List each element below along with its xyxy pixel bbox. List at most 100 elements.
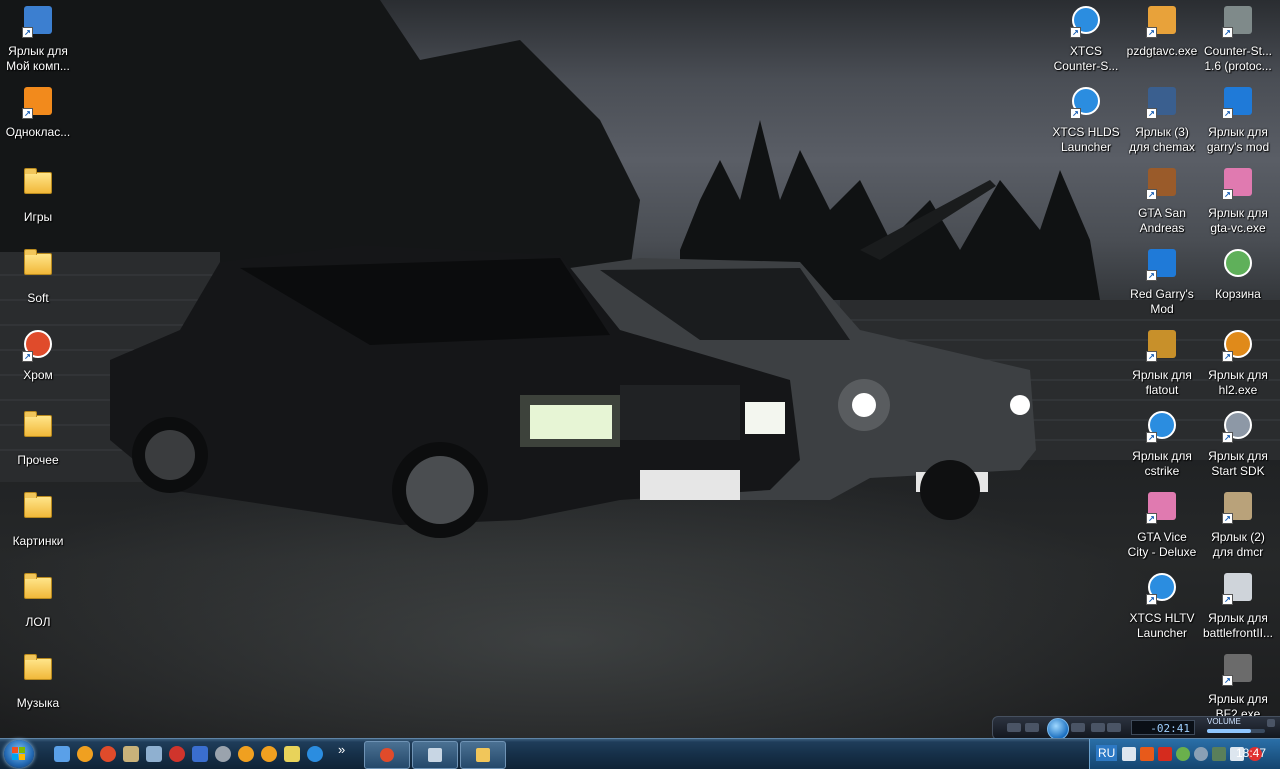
battlefield-icon: ↗ bbox=[1222, 654, 1254, 686]
shortcut-arrow-icon: ↗ bbox=[1070, 27, 1081, 38]
half-life-2-icon[interactable] bbox=[238, 746, 254, 762]
shortcut-arrow-icon: ↗ bbox=[1222, 432, 1233, 443]
language-indicator[interactable]: RU bbox=[1096, 745, 1118, 761]
system-tray: RU 18:47 bbox=[1089, 739, 1280, 769]
desktop-icon[interactable]: ↗ Хром bbox=[0, 328, 76, 408]
shortcut-arrow-icon: ↗ bbox=[1146, 594, 1157, 605]
desktop-icon-label: Музыка bbox=[16, 696, 60, 710]
previous-button[interactable] bbox=[1025, 723, 1039, 732]
desktop-icon-label: GTA San Andreas bbox=[1138, 206, 1186, 235]
steam-lambda-icon[interactable] bbox=[307, 746, 323, 762]
desktop-icon[interactable]: Музыка bbox=[0, 652, 76, 732]
desktop-icon[interactable]: ↗ Ярлык для garry's mod bbox=[1200, 85, 1276, 165]
restore-player-button[interactable] bbox=[1267, 719, 1275, 727]
show-hidden-icon[interactable] bbox=[1122, 747, 1136, 761]
shortcut-arrow-icon: ↗ bbox=[1222, 27, 1233, 38]
half-life-icon[interactable] bbox=[77, 746, 93, 762]
display-icon[interactable] bbox=[1212, 747, 1226, 761]
desktop-icon[interactable]: Игры bbox=[0, 166, 76, 246]
quick-launch-overflow[interactable]: » bbox=[338, 742, 345, 757]
computer-icon[interactable] bbox=[146, 746, 162, 762]
taskbar-button[interactable] bbox=[364, 741, 410, 769]
desktop-icon[interactable]: ↗ Ярлык для cstrike bbox=[1124, 409, 1200, 489]
shortcut-arrow-icon: ↗ bbox=[1146, 513, 1157, 524]
desktop-icon[interactable]: ↗ Ярлык для battlefrontII... bbox=[1200, 571, 1276, 651]
desktop-icon-label: Soft bbox=[27, 291, 49, 305]
notes-icon[interactable] bbox=[284, 746, 300, 762]
desktop-icon[interactable]: ↗ Ярлык (2) для dmcr bbox=[1200, 490, 1276, 570]
stop-button[interactable] bbox=[1007, 723, 1021, 732]
desktop-icon[interactable]: ↗ GTA San Andreas bbox=[1124, 166, 1200, 246]
globe-icon[interactable] bbox=[1194, 747, 1208, 761]
shortcut-arrow-icon: ↗ bbox=[1070, 108, 1081, 119]
desktop-icon[interactable]: Картинки bbox=[0, 490, 76, 570]
explorer-icon bbox=[428, 748, 442, 762]
volume-level bbox=[1207, 729, 1251, 733]
desktop-icon[interactable]: ↗ Ярлык для Start SDK bbox=[1200, 409, 1276, 489]
shortcut-arrow-icon: ↗ bbox=[1222, 513, 1233, 524]
media-player-mini: -02:41 VOLUME bbox=[992, 716, 1280, 738]
desktop-icon[interactable]: ЛОЛ bbox=[0, 571, 76, 651]
half-life-icon[interactable] bbox=[261, 746, 277, 762]
desktop-icon[interactable]: ↗ Ярлык для flatout bbox=[1124, 328, 1200, 408]
desktop-icon[interactable]: ↗ XTCS HLTV Launcher bbox=[1124, 571, 1200, 651]
folder-icon bbox=[22, 492, 54, 528]
desktop-icon-label: XTCS HLTV Launcher bbox=[1129, 611, 1195, 640]
desktop-wallpaper: ↗ Ярлык для Мой комп... ↗ Одноклас... Игры So… bbox=[0, 0, 1280, 738]
chrome-icon bbox=[380, 748, 394, 762]
start-button[interactable] bbox=[4, 740, 34, 768]
desktop-icon[interactable]: ↗ Одноклас... bbox=[0, 85, 76, 165]
shortcut-arrow-icon: ↗ bbox=[22, 108, 33, 119]
folder-icon bbox=[22, 249, 54, 285]
desktop-icon[interactable]: ↗ GTA Vice City - Deluxe bbox=[1124, 490, 1200, 570]
chrome-icon[interactable] bbox=[100, 746, 116, 762]
sdk-icon: ↗ bbox=[1222, 411, 1254, 443]
russian-flag-icon[interactable] bbox=[1158, 747, 1172, 761]
desktop-icon[interactable]: ↗ Ярлык для Мой комп... bbox=[0, 4, 76, 84]
desktop-icon[interactable]: ↗ Ярлык (3) для chemax bbox=[1124, 85, 1200, 165]
desktop-icon[interactable]: ↗ XTCS HLDS Launcher bbox=[1048, 85, 1124, 165]
desktop-icon[interactable]: Soft bbox=[0, 247, 76, 327]
desktop-icon-label: Ярлык для cstrike bbox=[1132, 449, 1192, 478]
desktop-icon[interactable]: ↗ Red Garry's Mod bbox=[1124, 247, 1200, 327]
clock[interactable]: 18:47 bbox=[1236, 746, 1266, 760]
desktop-icon-label: Ярлык для hl2.exe bbox=[1208, 368, 1268, 397]
flatout-icon: ↗ bbox=[1146, 330, 1178, 362]
eject-button[interactable] bbox=[1107, 723, 1121, 732]
desktop-icon-label: Одноклас... bbox=[5, 125, 71, 139]
shortcut-arrow-icon: ↗ bbox=[22, 351, 33, 362]
desktop-icon[interactable]: ↗ Ярлык для gta-vc.exe bbox=[1200, 166, 1276, 246]
play-button[interactable] bbox=[1047, 718, 1069, 738]
half-life-2-icon: ↗ bbox=[1222, 330, 1254, 362]
save-icon[interactable] bbox=[192, 746, 208, 762]
folder-icon bbox=[22, 573, 54, 609]
shortcut-arrow-icon: ↗ bbox=[1222, 108, 1233, 119]
pause-button[interactable] bbox=[1091, 723, 1105, 732]
volume-slider[interactable] bbox=[1207, 729, 1265, 733]
garrys-mod-icon: ↗ bbox=[1222, 87, 1254, 119]
network-icon[interactable] bbox=[1176, 747, 1190, 761]
desktop-icon[interactable]: ↗ Counter-St... 1.6 (protoc... bbox=[1200, 4, 1276, 84]
recycle-bin-icon bbox=[1222, 249, 1254, 281]
desktop-icon[interactable]: Корзина bbox=[1200, 247, 1276, 327]
next-button[interactable] bbox=[1071, 723, 1085, 732]
taskbar-button[interactable] bbox=[412, 741, 458, 769]
desktop-icon[interactable]: ↗ Ярлык для hl2.exe bbox=[1200, 328, 1276, 408]
desktop-icon[interactable]: ↗ XTCS Counter-S... bbox=[1048, 4, 1124, 84]
folder-icon bbox=[22, 654, 54, 690]
taskbar: » RU 18:47 bbox=[0, 738, 1280, 769]
volume-label: VOLUME bbox=[1207, 717, 1241, 726]
desktop-icon[interactable]: Прочее bbox=[0, 409, 76, 489]
shortcut-arrow-icon: ↗ bbox=[1222, 675, 1233, 686]
desktop-icon-label: GTA Vice City - Deluxe bbox=[1127, 530, 1197, 559]
desktop-icon-label: XTCS Counter-S... bbox=[1053, 44, 1119, 73]
media-icon[interactable] bbox=[169, 746, 185, 762]
taskbar-button[interactable] bbox=[460, 741, 506, 769]
game-icon[interactable] bbox=[123, 746, 139, 762]
steam-lambda-icon: ↗ bbox=[1070, 87, 1102, 119]
desktop-icon[interactable]: ↗ pzdgtavc.exe bbox=[1124, 4, 1200, 84]
show-desktop-icon[interactable] bbox=[54, 746, 70, 762]
media-tray-icon[interactable] bbox=[1140, 747, 1154, 761]
disc-icon[interactable] bbox=[215, 746, 231, 762]
desktop-icon-label: Ярлык (3) для chemax bbox=[1129, 125, 1195, 154]
